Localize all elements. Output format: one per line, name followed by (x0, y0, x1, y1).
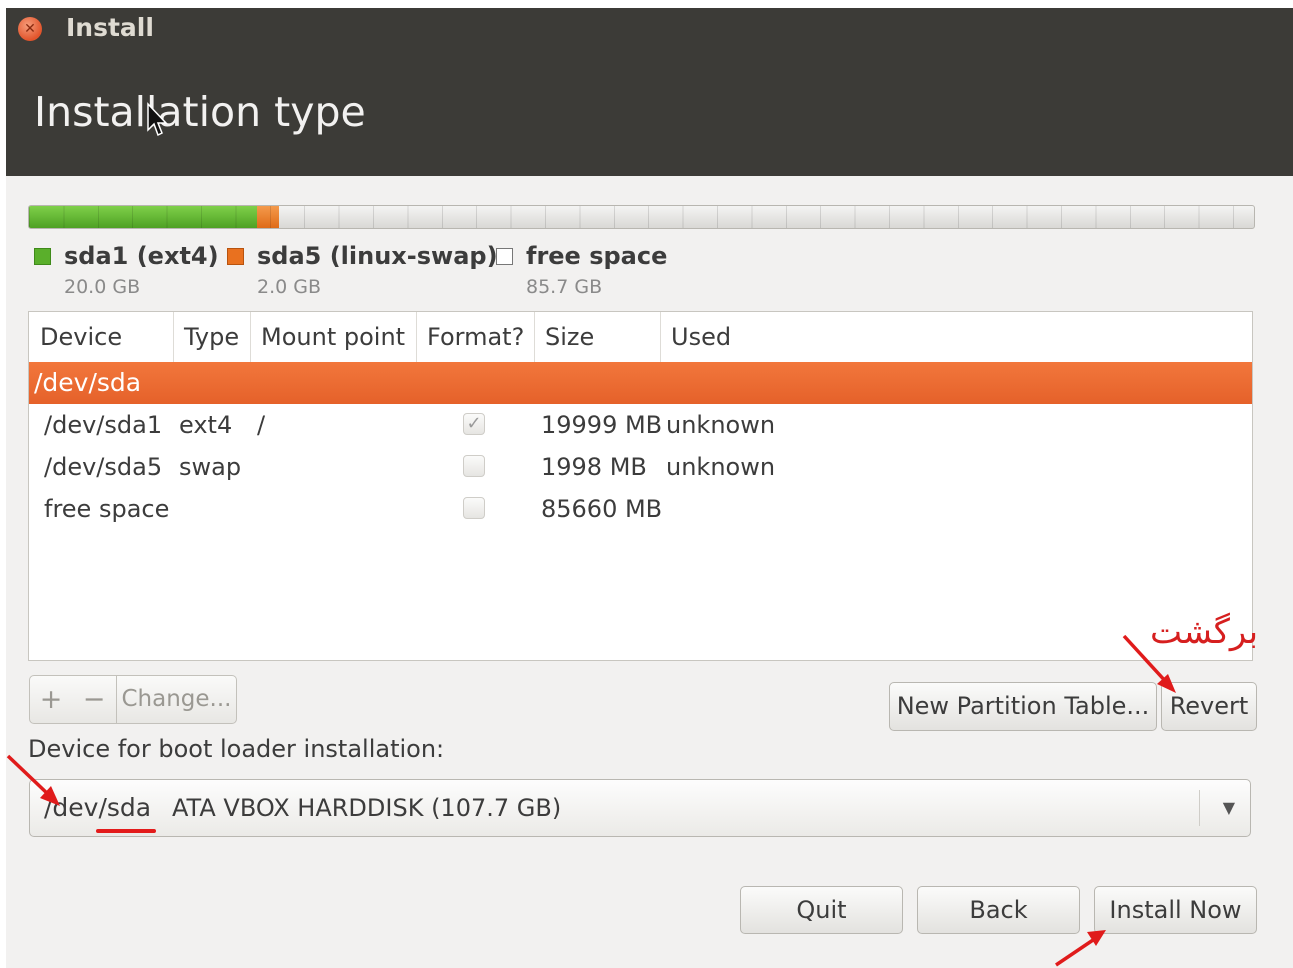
table-row[interactable]: free space 85660 MB (29, 488, 1252, 530)
annotation-text: برگشت (1150, 612, 1259, 652)
column-header-device[interactable]: Device (40, 312, 122, 362)
partition-usage-bar (28, 205, 1255, 229)
quit-button[interactable]: Quit (740, 886, 903, 934)
add-partition-button[interactable]: + (29, 675, 73, 724)
red-underline-annotation (96, 829, 156, 833)
cell-size: 1998 MB (541, 453, 647, 481)
boot-device-value: /dev/sda (44, 793, 152, 822)
revert-button[interactable]: Revert (1161, 682, 1257, 731)
back-button[interactable]: Back (917, 886, 1080, 934)
boot-loader-label: Device for boot loader installation: (28, 735, 445, 763)
install-now-button[interactable]: Install Now (1094, 886, 1257, 934)
cell-used: unknown (666, 411, 776, 439)
column-header-size[interactable]: Size (545, 312, 594, 362)
column-header-format[interactable]: Format? (427, 312, 524, 362)
cell-mount: / (257, 411, 266, 439)
cell-device: free space (44, 495, 170, 523)
legend-size: 20.0 GB (64, 276, 141, 298)
legend-swatch-green (34, 248, 51, 265)
cell-size: 85660 MB (541, 495, 663, 523)
bar-grid (29, 206, 1254, 228)
partition-table: Device Type Mount point Format? Size Use… (28, 311, 1253, 661)
column-header-used[interactable]: Used (671, 312, 731, 362)
window-title: Install (66, 13, 154, 42)
legend-label: free space (526, 242, 668, 270)
cell-device: /dev/sda1 (44, 411, 163, 439)
table-row[interactable]: /dev/sda5 swap 1998 MB unknown (29, 446, 1252, 488)
partition-toolbar: + − Change... (29, 675, 237, 724)
legend-size: 85.7 GB (526, 276, 603, 298)
format-checkbox-checked[interactable]: ✓ (463, 413, 485, 435)
boot-device-description: ATA VBOX HARDDISK (107.7 GB) (172, 794, 562, 822)
change-partition-button[interactable]: Change... (117, 675, 237, 724)
cell-type: ext4 (179, 411, 233, 439)
legend-label: sda1 (ext4) (64, 242, 219, 270)
close-icon[interactable]: ✕ (18, 17, 42, 41)
legend-size: 2.0 GB (257, 276, 322, 298)
new-partition-table-button[interactable]: New Partition Table... (889, 682, 1157, 731)
cell-size: 19999 MB (541, 411, 663, 439)
column-header-type[interactable]: Type (184, 312, 239, 362)
disk-device-label: /dev/sda (34, 368, 142, 397)
format-checkbox[interactable] (463, 497, 485, 519)
boot-loader-device-select[interactable]: /dev/sda ATA VBOX HARDDISK (107.7 GB) ▼ (29, 779, 1251, 837)
legend-swatch-white (496, 248, 513, 265)
table-header: Device Type Mount point Format? Size Use… (29, 312, 1252, 363)
window-header: ✕ Install Installation type (6, 8, 1293, 176)
legend-label: sda5 (linux-swap) (257, 242, 498, 270)
format-checkbox[interactable] (463, 455, 485, 477)
dropdown-arrow-icon[interactable]: ▼ (1223, 780, 1235, 836)
table-row-disk-selected[interactable]: /dev/sda (29, 362, 1252, 404)
mouse-cursor-icon (147, 102, 168, 137)
remove-partition-button[interactable]: − (72, 675, 117, 724)
combo-divider (1199, 790, 1200, 826)
cell-device: /dev/sda5 (44, 453, 163, 481)
table-row[interactable]: /dev/sda1 ext4 / ✓ 19999 MB unknown (29, 404, 1252, 446)
page-title: Installation type (34, 88, 366, 136)
column-header-mount-point[interactable]: Mount point (261, 312, 405, 362)
legend-swatch-orange (227, 248, 244, 265)
cell-used: unknown (666, 453, 776, 481)
cell-type: swap (179, 453, 242, 481)
